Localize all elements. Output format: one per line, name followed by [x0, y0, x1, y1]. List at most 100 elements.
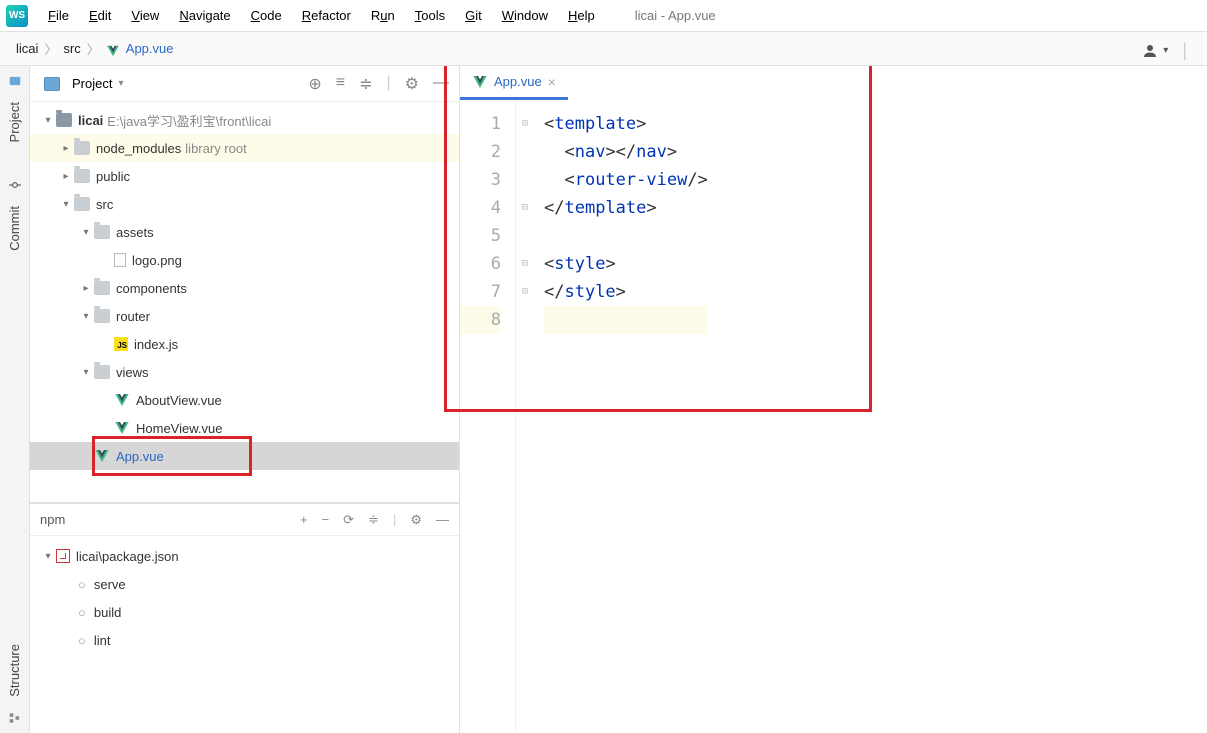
tree-label-node-modules: node_modules: [96, 141, 181, 156]
vue-icon: [106, 44, 120, 58]
gear-icon[interactable]: ⚙: [405, 74, 419, 94]
tree-node-modules[interactable]: ▸ node_modules library root: [30, 134, 459, 162]
hide-icon[interactable]: —: [433, 74, 449, 94]
tree-label-router: router: [116, 309, 150, 324]
close-icon[interactable]: ×: [548, 74, 556, 90]
sidetab-commit[interactable]: Commit: [5, 178, 24, 259]
gear-icon[interactable]: ⚙: [410, 512, 422, 528]
folder-icon: [94, 309, 110, 323]
chevron-down-icon: ▾: [118, 78, 123, 89]
crumb-sep: 〉: [38, 39, 63, 58]
gutter: 12 34 56 78: [460, 102, 516, 733]
tree-appvue[interactable]: App.vue: [30, 442, 459, 470]
tree-public[interactable]: ▸ public: [30, 162, 459, 190]
npm-script-label: serve: [94, 577, 126, 592]
webstorm-logo: WS: [6, 5, 28, 27]
tree-label-home: HomeView.vue: [136, 421, 222, 436]
code-area[interactable]: <template> <nav></nav> <router-view/> </…: [534, 102, 718, 733]
project-icon: [44, 77, 60, 91]
collapse-icon[interactable]: ≑: [359, 74, 372, 94]
locate-icon[interactable]: ⊕: [308, 74, 321, 94]
npm-icon: [56, 549, 70, 563]
npm-script-lint[interactable]: ○lint: [30, 626, 459, 654]
menu-view[interactable]: View: [121, 8, 169, 23]
folder-icon: [94, 365, 110, 379]
folder-icon: [94, 281, 110, 295]
npm-script-build[interactable]: ○build: [30, 598, 459, 626]
image-icon: [114, 253, 126, 267]
editor-tab-appvue[interactable]: App.vue ×: [460, 66, 568, 100]
folder-icon: [94, 225, 110, 239]
vue-icon: [114, 420, 130, 436]
folder-icon: [74, 169, 90, 183]
code-editor[interactable]: 12 34 56 78 ⊟⊟⊟⊟ <template> <nav></nav> …: [460, 102, 1207, 733]
tree-homeview[interactable]: HomeView.vue: [30, 414, 459, 442]
refresh-icon[interactable]: ⟳: [343, 512, 354, 528]
sidetab-structure[interactable]: Structure: [5, 636, 24, 725]
folder-icon: [74, 197, 90, 211]
sidetab-commit-label: Commit: [5, 198, 24, 259]
tree-root-name: licai: [78, 113, 103, 128]
tree-label-logo: logo.png: [132, 253, 182, 268]
tree-root-path: E:\java学习\盈利宝\front\licai: [107, 111, 271, 130]
tree-src[interactable]: ▾ src: [30, 190, 459, 218]
collapse-icon[interactable]: ≑: [368, 512, 379, 528]
tree-label-indexjs: index.js: [134, 337, 178, 352]
tree-label-public: public: [96, 169, 130, 184]
project-panel-label: Project: [72, 76, 112, 91]
tree-components[interactable]: ▸ components: [30, 274, 459, 302]
tree-label-src: src: [96, 197, 113, 212]
menu-run[interactable]: Run: [361, 8, 405, 23]
crumb-file[interactable]: App.vue: [126, 41, 174, 56]
tree-label-views: views: [116, 365, 149, 380]
expand-icon[interactable]: ≡: [336, 74, 345, 94]
menu-file[interactable]: File: [38, 8, 79, 23]
menu-refactor[interactable]: Refactor: [292, 8, 361, 23]
add-icon[interactable]: +: [300, 512, 308, 528]
menu-edit[interactable]: Edit: [79, 8, 121, 23]
menu-window[interactable]: Window: [492, 8, 558, 23]
tree-assets[interactable]: ▾ assets: [30, 218, 459, 246]
vue-icon: [472, 74, 488, 90]
vue-icon: [114, 392, 130, 408]
sidetab-structure-label: Structure: [5, 636, 24, 705]
folder-icon: [74, 141, 90, 155]
menu-tools[interactable]: Tools: [405, 8, 455, 23]
npm-script-label: lint: [94, 633, 111, 648]
sidetab-project-label: Project: [5, 94, 24, 150]
vue-icon: [94, 448, 110, 464]
crumb-src[interactable]: src: [63, 41, 80, 56]
tree-label-about: AboutView.vue: [136, 393, 222, 408]
remove-icon[interactable]: −: [322, 512, 330, 528]
tree-label-components: components: [116, 281, 187, 296]
tab-label: App.vue: [494, 74, 542, 89]
tree-label-library-root: library root: [185, 141, 246, 156]
npm-pkg-label: licai\package.json: [76, 549, 179, 564]
folder-icon: [56, 113, 72, 127]
menu-help[interactable]: Help: [558, 8, 605, 23]
fold-gutter[interactable]: ⊟⊟⊟⊟: [516, 102, 534, 733]
js-icon: JS: [114, 337, 128, 351]
window-title: licai - App.vue: [635, 8, 716, 23]
crumb-root[interactable]: licai: [16, 41, 38, 56]
tree-root[interactable]: ▾ licai E:\java学习\盈利宝\front\licai: [30, 106, 459, 134]
project-panel-title[interactable]: Project ▾: [40, 76, 124, 91]
npm-script-label: build: [94, 605, 121, 620]
tree-logo[interactable]: logo.png: [30, 246, 459, 274]
menu-git[interactable]: Git: [455, 8, 492, 23]
tree-views[interactable]: ▾ views: [30, 358, 459, 386]
menu-code[interactable]: Code: [241, 8, 292, 23]
npm-package[interactable]: ▾ licai\package.json: [30, 542, 459, 570]
tree-label-assets: assets: [116, 225, 154, 240]
tree-indexjs[interactable]: JS index.js: [30, 330, 459, 358]
sidetab-project[interactable]: Project: [5, 74, 24, 150]
crumb-sep: 〉: [81, 39, 106, 58]
tree-aboutview[interactable]: AboutView.vue: [30, 386, 459, 414]
npm-script-serve[interactable]: ○serve: [30, 570, 459, 598]
menu-navigate[interactable]: Navigate: [169, 8, 240, 23]
npm-panel-title[interactable]: npm: [40, 512, 65, 527]
hide-icon[interactable]: —: [436, 512, 449, 528]
user-menu[interactable]: ▾ |: [1141, 40, 1187, 61]
tree-router[interactable]: ▾ router: [30, 302, 459, 330]
tree-label-appvue: App.vue: [116, 449, 164, 464]
